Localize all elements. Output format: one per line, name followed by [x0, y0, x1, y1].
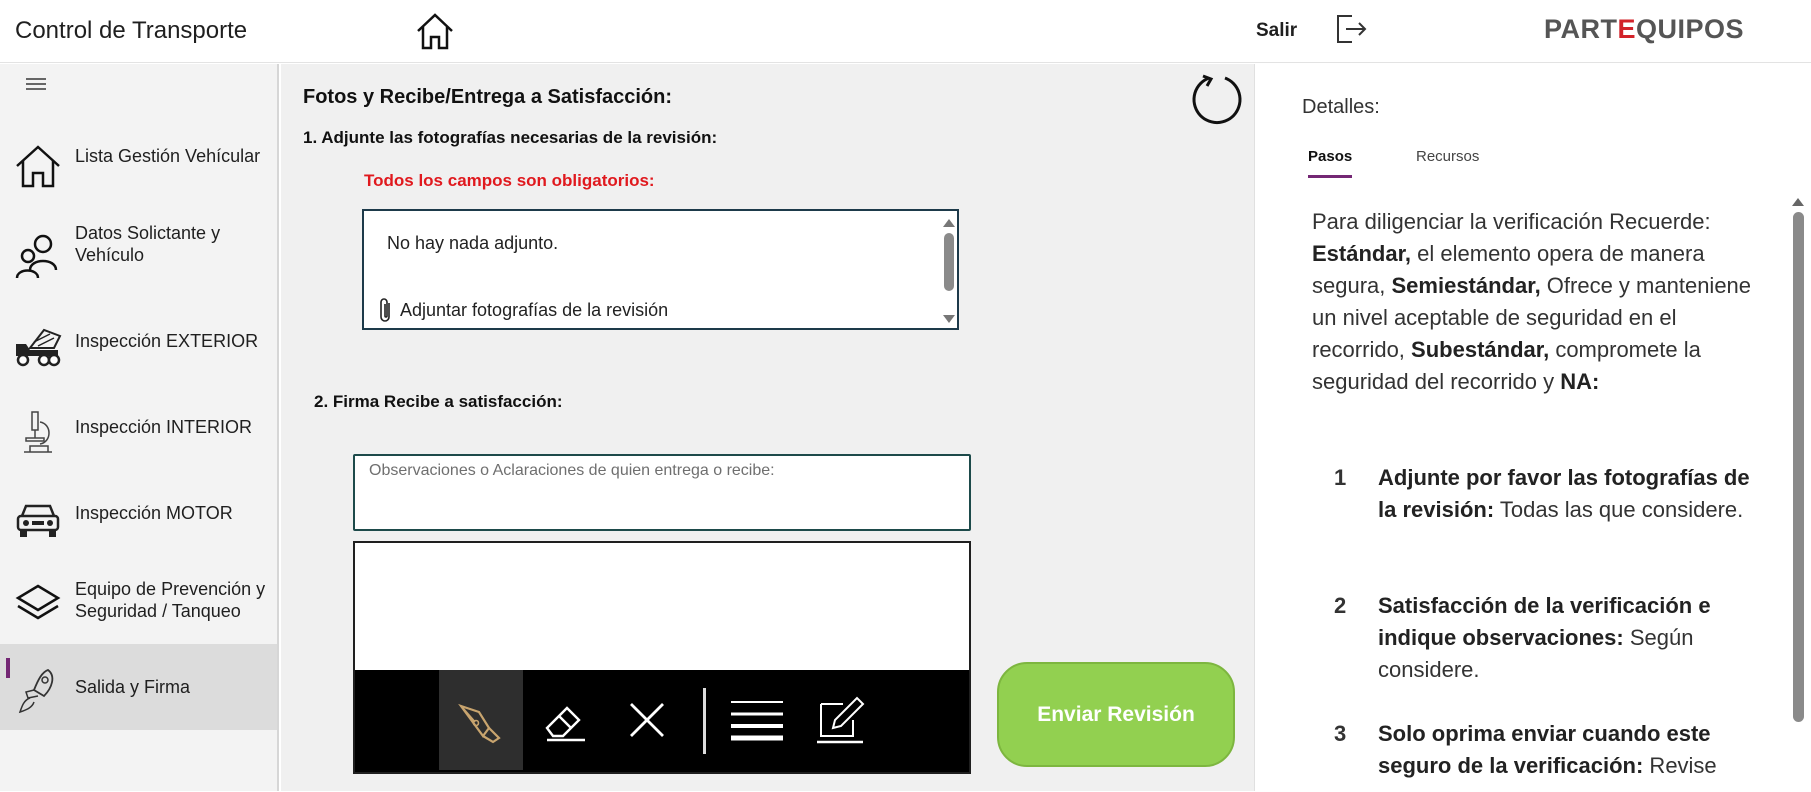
step2-label: 2. Firma Recibe a satisfacción:	[314, 392, 563, 411]
sidebar-item-label: Lista Gestión Vehícular	[75, 146, 261, 166]
section-title: Fotos y Recibe/Entrega a Satisfacción:	[303, 86, 672, 108]
toolbar-divider	[703, 688, 706, 754]
attachments-empty-text: No hay nada adjunto.	[387, 233, 559, 253]
home-icon	[14, 142, 62, 190]
sidebar-item-inspeccion-interior[interactable]: Inspección INTERIOR	[0, 386, 277, 472]
step1-label: 1. Adjunte las fotografías necesarias de…	[303, 128, 718, 147]
paperclip-icon	[380, 298, 390, 322]
step-number: 2	[1334, 593, 1347, 618]
sidebar-item-label: Inspección EXTERIOR	[75, 331, 259, 351]
sidebar-item-label: Inspección INTERIOR	[75, 417, 253, 437]
sidebar-item-datos-solicitante[interactable]: Datos Solictante y Vehículo	[0, 214, 277, 300]
line-weight-icon	[731, 701, 783, 741]
sidebar-item-equipo-prevencion[interactable]: Equipo de Prevención y Seguridad / Tanqu…	[0, 558, 277, 644]
scroll-down-icon[interactable]	[943, 315, 955, 323]
main-panel: Fotos y Recibe/Entrega a Satisfacción: 1…	[281, 64, 1254, 791]
sidebar-item-salida-firma[interactable]: Salida y Firma	[0, 644, 277, 730]
sidebar-item-lista-gestion[interactable]: Lista Gestión Vehícular	[0, 124, 277, 210]
layers-icon	[14, 580, 62, 628]
logout-icon[interactable]	[1334, 12, 1368, 46]
hamburger-menu-icon[interactable]	[26, 78, 46, 94]
details-content: Para diligenciar la verificación Recuerd…	[1312, 206, 1762, 778]
microscope-icon	[14, 408, 62, 456]
edit-pencil-icon	[817, 696, 865, 744]
app-title: Control de Transporte	[15, 17, 248, 44]
close-icon	[630, 703, 664, 737]
attach-photos-link[interactable]: Adjuntar fotografías de la revisión	[378, 296, 668, 324]
observations-input[interactable]	[353, 454, 971, 531]
people-icon	[14, 232, 62, 280]
app-header: Control de Transporte Salir PARTEQUIPOS	[0, 0, 1811, 63]
clear-tool-button[interactable]	[605, 670, 689, 770]
dump-truck-icon	[14, 322, 62, 370]
eraser-tool-button[interactable]	[523, 670, 607, 770]
step-number: 1	[1334, 465, 1347, 490]
sidebar-item-label: Salida y Firma	[75, 677, 191, 697]
edit-tool-button[interactable]	[799, 670, 883, 770]
details-scrollbar[interactable]	[1791, 192, 1805, 792]
scroll-up-icon[interactable]	[943, 219, 955, 227]
car-front-icon	[14, 496, 62, 544]
stroke-width-button[interactable]	[715, 670, 799, 770]
attach-photos-label: Adjuntar fotografías de la revisión	[400, 299, 669, 320]
signature-toolbar	[353, 670, 971, 774]
eraser-icon	[545, 706, 585, 742]
scroll-thumb[interactable]	[1792, 212, 1804, 722]
intro-paragraph: Para diligenciar la verificación Recuerd…	[1312, 209, 1752, 394]
sidebar-item-inspeccion-exterior[interactable]: Inspección EXTERIOR	[0, 300, 277, 386]
attachments-control: No hay nada adjunto. Adjuntar fotografía…	[362, 209, 959, 330]
rocket-icon	[14, 666, 62, 714]
sidebar-item-inspeccion-motor[interactable]: Inspección MOTOR	[0, 472, 277, 558]
pen-tool-button[interactable]	[439, 670, 523, 770]
sidebar-item-label: Equipo de Prevención y Seguridad / Tanqu…	[75, 579, 266, 621]
refresh-icon[interactable]	[1189, 72, 1245, 128]
details-title: Detalles:	[1302, 96, 1380, 118]
step-number: 3	[1334, 721, 1347, 746]
active-indicator	[6, 658, 10, 678]
scroll-thumb[interactable]	[944, 233, 954, 291]
tab-recursos[interactable]: Recursos	[1416, 148, 1479, 175]
company-logo: PARTEQUIPOS	[1544, 14, 1745, 44]
attachments-scrollbar[interactable]	[943, 219, 955, 323]
logout-label[interactable]: Salir	[1256, 20, 1297, 42]
tab-pasos[interactable]: Pasos	[1308, 148, 1353, 178]
sidebar: Lista Gestión Vehícular Datos Solictante…	[0, 64, 279, 791]
home-icon[interactable]	[414, 10, 456, 52]
details-panel: Detalles: Pasos Recursos Para diligencia…	[1254, 64, 1811, 791]
sidebar-item-label: Datos Solictante y Vehículo	[75, 223, 221, 265]
pen-nib-icon	[458, 703, 501, 744]
signature-pad[interactable]	[353, 541, 971, 674]
scroll-up-icon[interactable]	[1792, 198, 1804, 206]
send-review-button[interactable]: Enviar Revisión	[997, 662, 1235, 767]
sidebar-item-label: Inspección MOTOR	[75, 503, 233, 523]
required-note: Todos los campos son obligatorios:	[364, 171, 655, 190]
